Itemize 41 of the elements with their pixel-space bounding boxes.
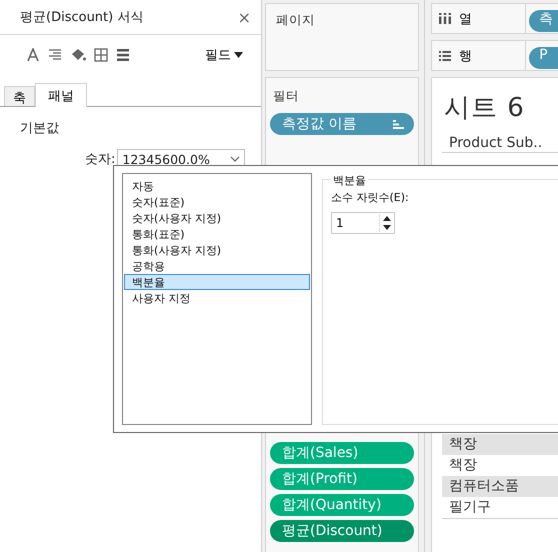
list-item[interactable]: 숫자(사용자 지정) xyxy=(124,210,310,226)
field-label: 소수 자릿수(E): xyxy=(331,190,409,205)
section-label: 기본값 xyxy=(19,120,60,137)
list-item[interactable]: 숫자(표준) xyxy=(124,194,310,210)
list-item[interactable]: 공학용 xyxy=(124,258,310,274)
rows-icon xyxy=(439,50,451,60)
list-item[interactable]: 자동 xyxy=(124,178,310,194)
format-type-list[interactable]: 자동 숫자(표준) 숫자(사용자 지정) 통화(표준) 통화(사용자 지정) 공학용 백분율 사용자 지정 xyxy=(122,173,312,425)
row-header: 필기구 xyxy=(448,498,492,517)
row-header: 책장 xyxy=(442,434,558,455)
list-item[interactable]: 사용자 지정 xyxy=(124,290,310,306)
shelf-title: 행 xyxy=(459,48,472,64)
chevron-down-icon xyxy=(230,156,240,162)
alignment-icon[interactable] xyxy=(48,48,62,62)
sheet-title: 시트 6 xyxy=(443,92,526,125)
panel-tab[interactable]: 축 xyxy=(4,86,35,106)
panel-title: 평균(Discount) 서식 xyxy=(20,9,144,26)
columns-icon xyxy=(439,13,451,24)
decimal-places-spinner[interactable]: 1 xyxy=(331,212,395,234)
close-button[interactable]: × xyxy=(238,8,251,26)
measure-pill[interactable]: 평균(Discount) xyxy=(270,520,414,542)
sort-icon xyxy=(393,120,404,128)
borders-icon[interactable] xyxy=(94,48,108,62)
shelf-title: 열 xyxy=(459,10,472,28)
fields-menu[interactable]: 필드 xyxy=(205,46,243,64)
column-header: Product Sub.. xyxy=(442,125,558,153)
list-item[interactable]: 백분율 xyxy=(124,274,310,290)
group-title: 백분율 xyxy=(331,173,368,188)
row-header: 컴퓨터소품 xyxy=(442,476,558,497)
field-label: 숫자: xyxy=(85,151,116,168)
caret-icon xyxy=(234,52,243,58)
row-header: 책장 xyxy=(448,456,478,475)
up-arrow-icon[interactable] xyxy=(380,214,394,223)
list-item[interactable]: 통화(표준) xyxy=(124,226,310,242)
panel-tab[interactable]: 패널 xyxy=(35,83,87,107)
list-item[interactable]: 통화(사용자 지정) xyxy=(124,242,310,258)
down-arrow-icon[interactable] xyxy=(380,223,394,232)
shelf-title: 필터 xyxy=(272,88,300,105)
shelf-title: 페이지 xyxy=(275,12,316,29)
font-icon[interactable] xyxy=(26,48,40,62)
lines-icon[interactable] xyxy=(116,48,130,62)
